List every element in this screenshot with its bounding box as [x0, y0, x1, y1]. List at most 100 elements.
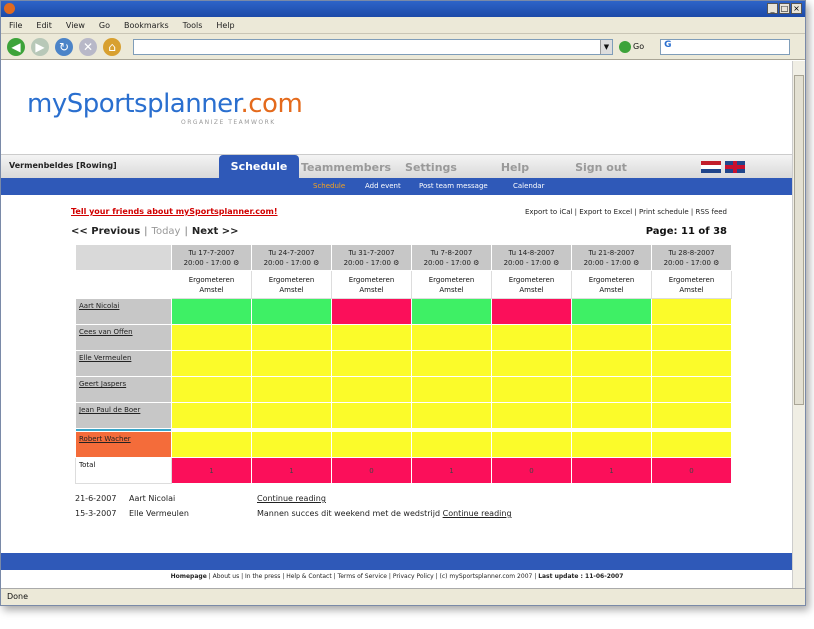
url-input[interactable]: ▼	[133, 38, 613, 55]
availability-cell[interactable]	[171, 324, 252, 351]
menu-help[interactable]: Help	[216, 21, 234, 30]
dutch-flag-icon[interactable]	[701, 161, 721, 173]
date-header[interactable]: Tu 31-7-2007 20:00 - 17:00 ⚙	[331, 244, 412, 271]
availability-cell[interactable]	[651, 350, 732, 377]
date-header[interactable]: Tu 7-8-2007 20:00 - 17:00 ⚙	[411, 244, 492, 271]
availability-cell[interactable]	[491, 402, 572, 429]
stop-icon[interactable]: ✕	[79, 37, 97, 56]
event-settings-icon[interactable]: ⚙	[553, 259, 559, 267]
availability-cell[interactable]	[651, 376, 732, 403]
availability-cell[interactable]	[571, 431, 652, 458]
availability-cell[interactable]	[171, 298, 252, 325]
home-icon[interactable]: ⌂	[103, 37, 121, 56]
availability-cell[interactable]	[491, 376, 572, 403]
event-header[interactable]: Ergometeren Amstel	[571, 270, 652, 299]
subnav-add-event[interactable]: Add event	[365, 182, 401, 190]
english-flag-icon[interactable]	[725, 161, 745, 173]
vertical-scrollbar[interactable]	[792, 61, 805, 589]
date-header[interactable]: Tu 28-8-2007 20:00 - 17:00 ⚙	[651, 244, 732, 271]
availability-cell[interactable]	[571, 350, 652, 377]
menu-bookmarks[interactable]: Bookmarks	[124, 21, 169, 30]
next-link[interactable]: Next >>	[192, 226, 239, 237]
member-name-link[interactable]: Robert Wacher	[75, 431, 172, 458]
event-settings-icon[interactable]: ⚙	[633, 259, 639, 267]
availability-cell[interactable]	[331, 298, 412, 325]
member-name-link[interactable]: Elle Vermeulen	[75, 350, 172, 377]
subnav-post-team-message[interactable]: Post team message	[419, 182, 488, 190]
availability-cell[interactable]	[651, 431, 732, 458]
export-links[interactable]: Export to iCal | Export to Excel | Print…	[441, 208, 727, 216]
minimize-button[interactable]: _	[767, 3, 778, 14]
continue-reading-link[interactable]: Continue reading	[257, 494, 326, 503]
back-icon[interactable]: ◀	[7, 37, 25, 56]
availability-cell[interactable]	[571, 402, 652, 429]
search-input[interactable]: G	[660, 38, 791, 55]
availability-cell[interactable]	[651, 402, 732, 429]
availability-cell[interactable]	[571, 376, 652, 403]
member-name-link[interactable]: Geert Jaspers	[75, 376, 172, 403]
member-name-link[interactable]: Jean Paul de Boer	[75, 402, 172, 429]
event-settings-icon[interactable]: ⚙	[713, 259, 719, 267]
menu-view[interactable]: View	[66, 21, 85, 30]
footer-links[interactable]: About us | In the press | Help & Contact…	[213, 573, 537, 580]
tab-schedule[interactable]: Schedule	[219, 155, 299, 179]
availability-cell[interactable]	[251, 431, 332, 458]
event-header[interactable]: Ergometeren Amstel	[411, 270, 492, 299]
availability-cell[interactable]	[251, 376, 332, 403]
event-settings-icon[interactable]: ⚙	[473, 259, 479, 267]
availability-cell[interactable]	[331, 376, 412, 403]
menu-edit[interactable]: Edit	[36, 21, 52, 30]
footer-homepage-link[interactable]: Homepage	[171, 573, 207, 580]
event-header[interactable]: Ergometeren Amstel	[651, 270, 732, 299]
tab-sign-out[interactable]: Sign out	[561, 157, 641, 179]
event-settings-icon[interactable]: ⚙	[233, 259, 239, 267]
continue-reading-link[interactable]: Continue reading	[443, 509, 512, 518]
date-header[interactable]: Tu 24-7-2007 20:00 - 17:00 ⚙	[251, 244, 332, 271]
availability-cell[interactable]	[491, 350, 572, 377]
availability-cell[interactable]	[171, 402, 252, 429]
date-header[interactable]: Tu 21-8-2007 20:00 - 17:00 ⚙	[571, 244, 652, 271]
scrollbar-thumb[interactable]	[794, 75, 804, 405]
subnav-calendar[interactable]: Calendar	[513, 182, 544, 190]
availability-cell[interactable]	[411, 402, 492, 429]
availability-cell[interactable]	[171, 350, 252, 377]
event-settings-icon[interactable]: ⚙	[393, 259, 399, 267]
availability-cell[interactable]	[331, 324, 412, 351]
availability-cell[interactable]	[171, 376, 252, 403]
tell-friends-link[interactable]: Tell your friends about mySportsplanner.…	[71, 207, 278, 216]
maximize-button[interactable]: □	[779, 3, 790, 14]
site-logo[interactable]: mySportsplanner.com	[27, 89, 303, 119]
availability-cell[interactable]	[251, 298, 332, 325]
event-header[interactable]: Ergometeren Amstel	[491, 270, 572, 299]
reload-icon[interactable]: ↻	[55, 37, 73, 56]
url-dropdown-icon[interactable]: ▼	[600, 39, 612, 54]
availability-cell[interactable]	[331, 431, 412, 458]
subnav-schedule[interactable]: Schedule	[313, 182, 345, 190]
member-name-link[interactable]: Aart Nicolai	[75, 298, 172, 325]
availability-cell[interactable]	[251, 350, 332, 377]
availability-cell[interactable]	[171, 431, 252, 458]
tab-teammembers[interactable]: Teammembers	[301, 157, 391, 179]
go-button[interactable]: Go	[619, 40, 644, 53]
availability-cell[interactable]	[251, 402, 332, 429]
availability-cell[interactable]	[651, 324, 732, 351]
availability-cell[interactable]	[251, 324, 332, 351]
availability-cell[interactable]	[331, 350, 412, 377]
availability-cell[interactable]	[571, 324, 652, 351]
availability-cell[interactable]	[491, 431, 572, 458]
tab-settings[interactable]: Settings	[391, 157, 471, 179]
availability-cell[interactable]	[411, 298, 492, 325]
date-header[interactable]: Tu 17-7-2007 20:00 - 17:00 ⚙	[171, 244, 252, 271]
availability-cell[interactable]	[411, 431, 492, 458]
event-settings-icon[interactable]: ⚙	[313, 259, 319, 267]
event-header[interactable]: Ergometeren Amstel	[171, 270, 252, 299]
availability-cell[interactable]	[411, 376, 492, 403]
event-header[interactable]: Ergometeren Amstel	[251, 270, 332, 299]
date-header[interactable]: Tu 14-8-2007 20:00 - 17:00 ⚙	[491, 244, 572, 271]
availability-cell[interactable]	[571, 298, 652, 325]
availability-cell[interactable]	[331, 402, 412, 429]
event-header[interactable]: Ergometeren Amstel	[331, 270, 412, 299]
tab-help[interactable]: Help	[475, 157, 555, 179]
availability-cell[interactable]	[491, 324, 572, 351]
close-button[interactable]: ×	[791, 3, 802, 14]
